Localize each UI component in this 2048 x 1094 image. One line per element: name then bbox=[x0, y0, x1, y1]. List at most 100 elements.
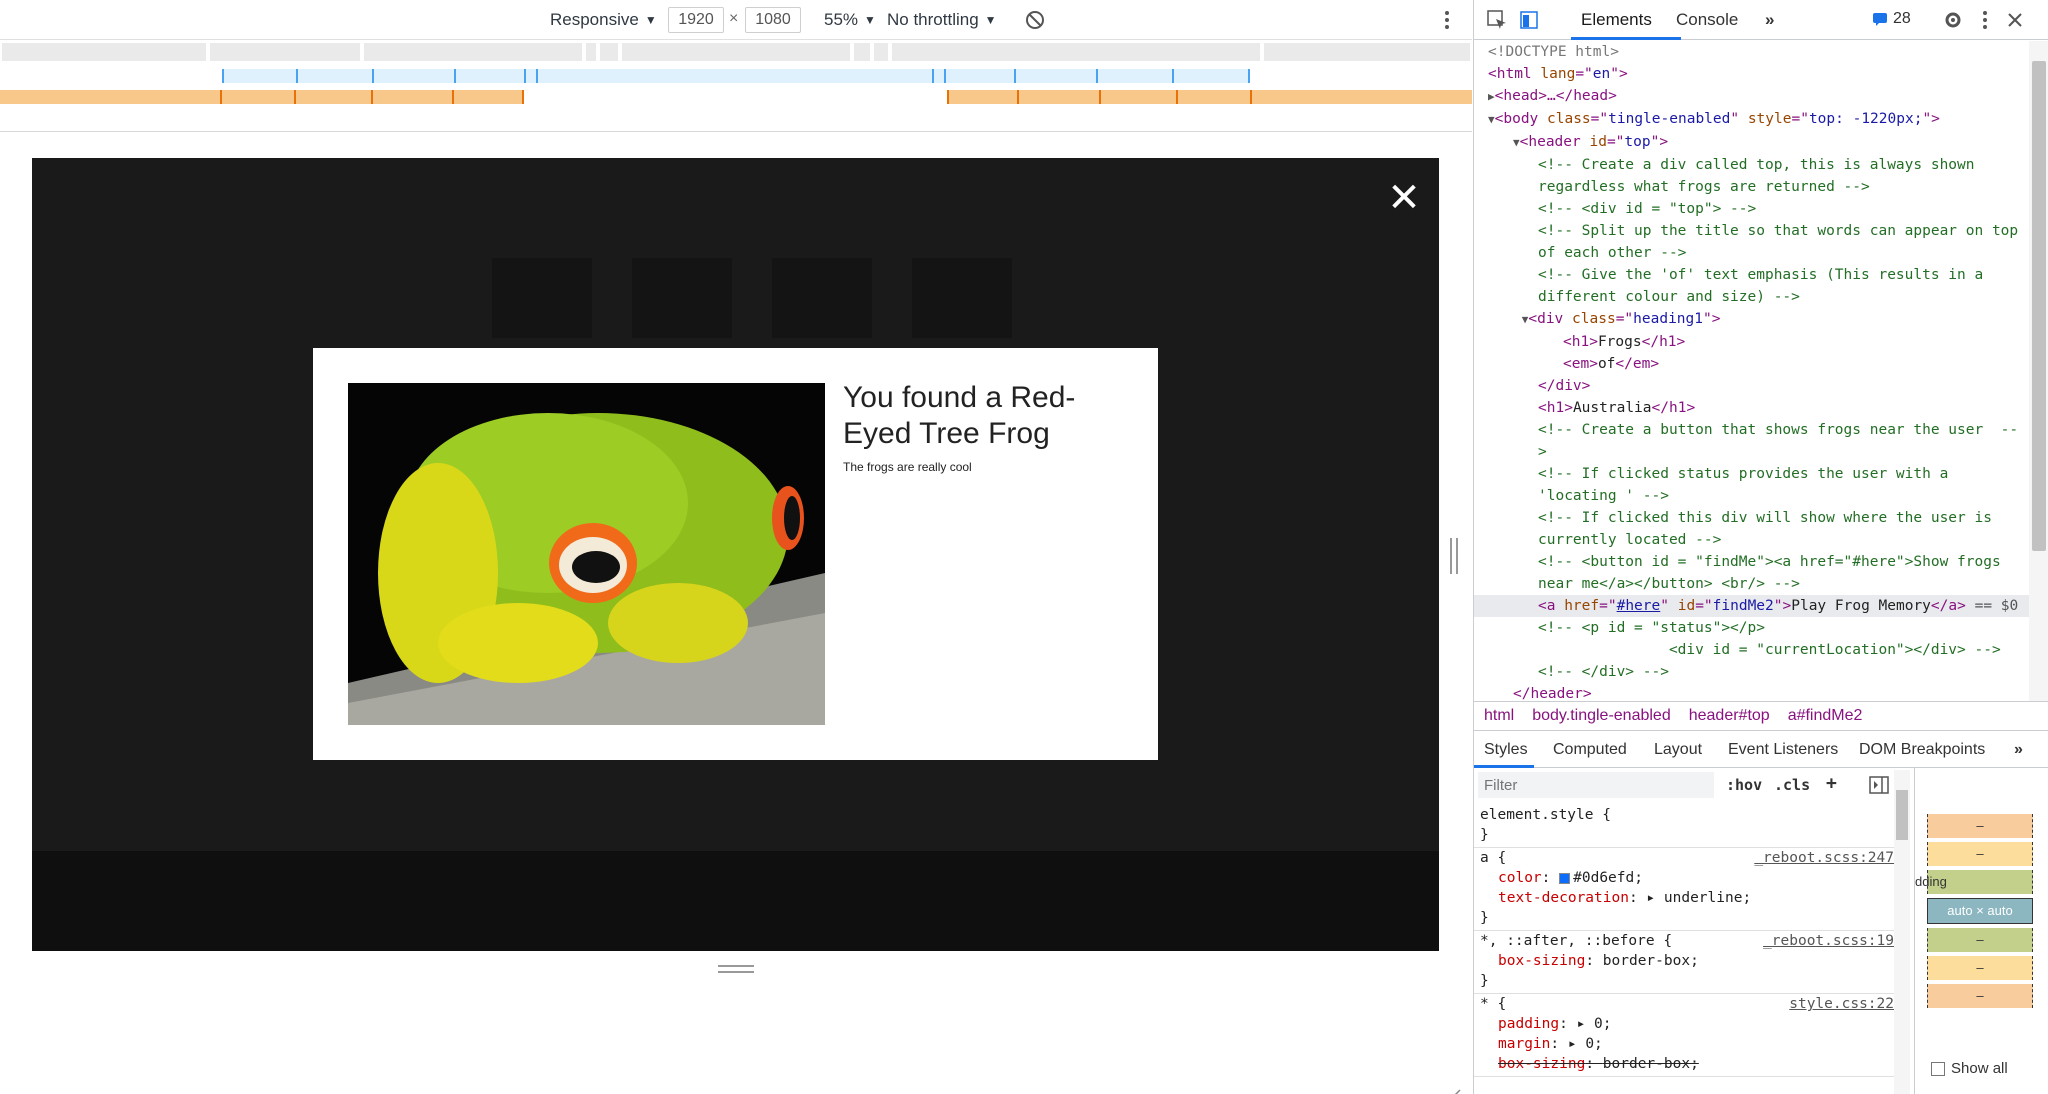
min-width-bar-left[interactable] bbox=[0, 90, 524, 104]
dom-node-line[interactable]: </header> bbox=[1474, 683, 2032, 701]
box-model-border-top[interactable]: – bbox=[1927, 842, 2033, 866]
box-model-content[interactable]: auto × auto bbox=[1927, 898, 2033, 924]
dom-node-line[interactable]: ▼<body class="tingle-enabled" style="top… bbox=[1474, 108, 2032, 131]
dom-node-line[interactable]: <!-- If clicked status provides the user… bbox=[1474, 463, 2032, 485]
dom-node-line[interactable]: ▼<header id="top"> bbox=[1474, 131, 2032, 154]
dom-node-line[interactable]: <!-- <p id = "status"></p> bbox=[1474, 617, 2032, 639]
corner-resize-icon[interactable] bbox=[1444, 1088, 1462, 1094]
tab-computed[interactable]: Computed bbox=[1553, 741, 1627, 759]
color-swatch[interactable] bbox=[1559, 872, 1571, 884]
min-width-bar-right[interactable] bbox=[947, 90, 1472, 104]
dom-node-line[interactable]: <!-- Create a div called top, this is al… bbox=[1474, 154, 2032, 176]
ruler-segment[interactable] bbox=[622, 43, 850, 61]
dom-node-line[interactable]: <!-- Split up the title so that words ca… bbox=[1474, 220, 2032, 242]
tab-event-listeners[interactable]: Event Listeners bbox=[1728, 741, 1838, 759]
breadcrumb-item[interactable]: body.tingle-enabled bbox=[1532, 707, 1670, 725]
dom-node-line[interactable]: <!-- <button id = "findMe"><a href="#her… bbox=[1474, 551, 2032, 573]
horizontal-resize-handle[interactable] bbox=[1450, 538, 1458, 574]
tab-styles[interactable]: Styles bbox=[1484, 741, 1528, 759]
toggle-sidebar-icon[interactable] bbox=[1869, 776, 1889, 794]
throttling-selector[interactable]: No throttling ▼ bbox=[887, 8, 997, 32]
close-modal-icon[interactable]: ✕ bbox=[1386, 178, 1422, 218]
tab-layout[interactable]: Layout bbox=[1654, 741, 1702, 759]
rotate-icon[interactable] bbox=[1024, 9, 1046, 31]
css-property[interactable]: padding: ▸ 0; bbox=[1480, 1014, 1890, 1034]
dom-node-line[interactable]: 'locating ' --> bbox=[1474, 485, 2032, 507]
dom-node-selected[interactable]: <a href="#here" id="findMe2">Play Frog M… bbox=[1474, 595, 2032, 617]
dom-node-line[interactable]: <!-- Create a button that shows frogs ne… bbox=[1474, 419, 2032, 441]
dom-node-line[interactable]: <em>of</em> bbox=[1474, 353, 2032, 375]
checkbox-box[interactable] bbox=[1931, 1061, 1945, 1076]
ruler-segment[interactable] bbox=[874, 43, 888, 61]
dom-node-line[interactable]: different colour and size) --> bbox=[1474, 286, 2032, 308]
close-devtools-icon[interactable] bbox=[2004, 9, 2026, 31]
dom-tree[interactable]: <!DOCTYPE html> <html lang="en"> ▶<head>…<… bbox=[1474, 41, 2032, 701]
css-rules-list[interactable]: element.style {} a {_reboot.scss:247 color… bbox=[1474, 805, 1894, 1094]
box-model-margin-top[interactable]: – bbox=[1927, 814, 2033, 838]
more-tabs-icon[interactable]: » bbox=[1765, 10, 1774, 30]
inspect-element-icon[interactable] bbox=[1486, 9, 1508, 31]
zoom-selector[interactable]: 55% ▼ bbox=[824, 8, 876, 32]
device-selector[interactable]: Responsive ▼ bbox=[550, 8, 657, 32]
scrollbar-thumb[interactable] bbox=[2032, 61, 2046, 551]
dom-node-line[interactable]: <!-- Give the 'of' text emphasis (This r… bbox=[1474, 264, 2032, 286]
ruler-segment[interactable] bbox=[854, 43, 870, 61]
dom-node-line[interactable]: <h1>Australia</h1> bbox=[1474, 397, 2032, 419]
css-rule[interactable]: a {_reboot.scss:247 color: #0d6efd; text-d… bbox=[1474, 848, 1894, 931]
settings-gear-icon[interactable] bbox=[1942, 9, 1964, 31]
hover-state-toggle[interactable]: :hov bbox=[1726, 776, 1762, 794]
dom-node-line[interactable]: </div> bbox=[1474, 375, 2032, 397]
breadcrumb-item[interactable]: a#findMe2 bbox=[1788, 707, 1863, 725]
css-source-link[interactable]: _reboot.scss:247 bbox=[1754, 848, 1894, 868]
vertical-resize-handle[interactable] bbox=[718, 965, 754, 973]
scrollbar-thumb[interactable] bbox=[1896, 790, 1908, 840]
css-rule[interactable]: * {style.css:22 padding: ▸ 0; margin: ▸ 0;… bbox=[1474, 994, 1894, 1077]
class-toggle[interactable]: .cls bbox=[1774, 776, 1810, 794]
css-source-link[interactable]: style.css:22 bbox=[1789, 994, 1894, 1014]
dom-node-line[interactable]: near me</a></button> <br/> --> bbox=[1474, 573, 2032, 595]
ruler-segment[interactable] bbox=[364, 43, 582, 61]
ruler-segment[interactable] bbox=[2, 43, 206, 61]
dom-node-line[interactable]: <div id = "currentLocation"></div> --> bbox=[1474, 639, 2032, 661]
customize-menu-icon[interactable] bbox=[1974, 9, 1996, 31]
show-all-checkbox[interactable]: Show all bbox=[1931, 1060, 2008, 1077]
dom-node-line[interactable]: <!-- <div id = "top"> --> bbox=[1474, 198, 2032, 220]
dom-node-line[interactable]: ▶<head>…</head> bbox=[1474, 85, 2032, 108]
dom-node-line[interactable]: currently located --> bbox=[1474, 529, 2032, 551]
dom-node-line[interactable]: <h1>Frogs</h1> bbox=[1474, 331, 2032, 353]
box-model-padding-bottom[interactable]: – bbox=[1927, 928, 2033, 952]
css-selector[interactable]: element.style { bbox=[1480, 805, 1890, 825]
css-source-link[interactable]: _reboot.scss:19 bbox=[1763, 931, 1894, 951]
css-property[interactable]: text-decoration: ▸ underline; bbox=[1480, 888, 1890, 908]
dom-node-line[interactable]: of each other --> bbox=[1474, 242, 2032, 264]
tab-console[interactable]: Console bbox=[1676, 10, 1738, 30]
dom-node-line[interactable]: <!DOCTYPE html> bbox=[1474, 41, 2032, 63]
css-property[interactable]: color: #0d6efd; bbox=[1480, 868, 1890, 888]
ruler-segment[interactable] bbox=[600, 43, 618, 61]
css-property[interactable]: box-sizing: border-box; bbox=[1480, 1054, 1890, 1074]
dom-node-line[interactable]: <!-- If clicked this div will show where… bbox=[1474, 507, 2032, 529]
more-subtabs-icon[interactable]: » bbox=[2014, 741, 2023, 759]
breadcrumb-item[interactable]: html bbox=[1484, 707, 1514, 725]
breadcrumb-item[interactable]: header#top bbox=[1689, 707, 1770, 725]
dom-node-line[interactable]: regardless what frogs are returned --> bbox=[1474, 176, 2032, 198]
css-property[interactable]: margin: ▸ 0; bbox=[1480, 1034, 1890, 1054]
tab-dom-breakpoints[interactable]: DOM Breakpoints bbox=[1859, 741, 1985, 759]
rules-scrollbar[interactable] bbox=[1894, 770, 1910, 1094]
dom-node-line[interactable]: > bbox=[1474, 441, 2032, 463]
ruler-segment[interactable] bbox=[210, 43, 360, 61]
max-width-bar[interactable] bbox=[222, 69, 1250, 83]
new-rule-button[interactable]: + bbox=[1826, 773, 1837, 794]
css-property[interactable]: box-sizing: border-box; bbox=[1480, 951, 1890, 971]
dom-node-line[interactable]: ▼<div class="heading1"> bbox=[1474, 308, 2032, 331]
height-input[interactable]: 1080 bbox=[745, 7, 801, 33]
width-input[interactable]: 1920 bbox=[668, 7, 724, 33]
issues-button[interactable]: 28 bbox=[1866, 8, 1917, 30]
dom-node-line[interactable]: <html lang="en"> bbox=[1474, 63, 2032, 85]
dom-tree-scrollbar[interactable] bbox=[2029, 41, 2048, 701]
css-rule[interactable]: element.style {} bbox=[1474, 805, 1894, 848]
ruler-segment[interactable] bbox=[586, 43, 596, 61]
styles-filter-input[interactable] bbox=[1478, 772, 1714, 798]
tab-elements[interactable]: Elements bbox=[1581, 10, 1652, 30]
ruler-segment[interactable] bbox=[1264, 43, 1470, 61]
